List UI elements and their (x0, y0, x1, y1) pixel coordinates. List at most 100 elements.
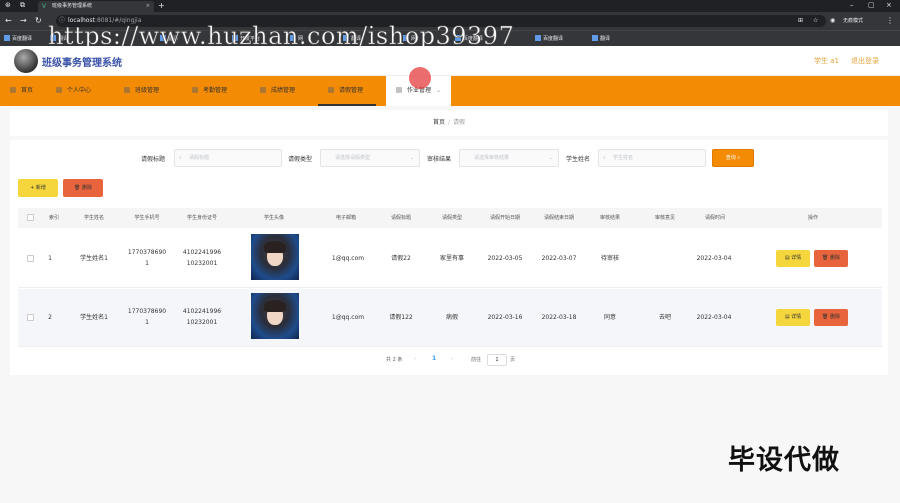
app-header: 班级事务管理系统 学生 a1 退出登录 (0, 46, 900, 76)
vue-logo-icon: V (42, 3, 47, 10)
pagination-next[interactable]: › (451, 356, 453, 362)
filter-type-label: 请假类型 (288, 156, 313, 163)
close-tab-icon[interactable]: × (146, 1, 150, 12)
search-icon: ⌕ (179, 155, 182, 161)
bookmark-item[interactable]: 百度翻译 (535, 34, 563, 44)
forward-icon[interactable]: → (20, 15, 27, 27)
filter-review-select[interactable]: 请选择审核结果 ⌄ (459, 149, 559, 167)
column-header: 索引 (48, 215, 59, 221)
current-user: 学生 a1 (814, 57, 839, 65)
row-checkbox[interactable] (27, 255, 34, 262)
pagination-total: 共 2 条 (386, 357, 403, 363)
pagination-prev[interactable]: ‹ (414, 356, 416, 362)
bookmark-star-icon[interactable]: ☆ (813, 15, 818, 27)
search-icon: ⌕ (603, 155, 606, 161)
search-icon: ⌕ (737, 155, 741, 161)
user-icon (56, 87, 62, 93)
cell-review-result: 待审核 (600, 255, 619, 262)
url-host: localhost (68, 17, 95, 24)
cell-start-date: 2022-03-16 (487, 314, 523, 321)
browser-tab[interactable]: V 班级事务管理系统 × (38, 1, 154, 12)
logout-link[interactable]: 退出登录 (851, 56, 879, 66)
bookmark-item[interactable]: 百度翻译 (455, 34, 483, 44)
cell-end-date: 2022-03-07 (541, 255, 577, 262)
detail-button[interactable]: ▤ 详情 (776, 309, 810, 326)
bookmark-item[interactable]: 开发平台 (232, 34, 260, 44)
attendance-icon (192, 87, 198, 93)
pagination-goto-label: 前往 (471, 357, 482, 363)
bookmark-item[interactable]: 翻译 (160, 34, 178, 44)
menu-item-class[interactable]: 班级管理 (124, 76, 159, 106)
bookmark-item[interactable]: 翻译 (343, 34, 361, 44)
column-header: 审核意见 (654, 215, 675, 221)
trash-icon: 🗑 (822, 314, 829, 320)
column-header: 请假类型 (441, 215, 462, 221)
cell-phone: 1770378690 1 (127, 308, 167, 326)
table-row[interactable]: 1 学生姓名1 1770378690 1 4102241996 10232001 1… (18, 230, 882, 288)
bulk-delete-button[interactable]: 🗑 删除 (63, 179, 103, 197)
chevron-down-icon: ⌄ (409, 155, 414, 161)
delete-button[interactable]: 🗑 删除 (814, 250, 848, 267)
menu-item-leave[interactable]: 请假管理 (318, 76, 376, 106)
cell-name: 学生姓名1 (80, 314, 108, 321)
cell-review-opinion: 去吧 (658, 314, 671, 321)
menu-item-attendance[interactable]: 考勤管理 (192, 76, 227, 106)
filter-name-input[interactable]: ⌕ 学生姓名 (598, 149, 706, 167)
column-header: 学生姓名 (83, 215, 104, 221)
menu-item-scores[interactable]: 成绩管理 (260, 76, 295, 106)
incognito-label: 无痕模式 (843, 18, 864, 24)
close-window-icon[interactable]: × (886, 0, 892, 11)
cell-idcard: 4102241996 10232001 (182, 249, 222, 267)
bookmark-item[interactable]: 翻译 (592, 34, 610, 44)
breadcrumb-home[interactable]: 首页 (433, 119, 445, 126)
mouse-cursor-highlight (409, 67, 431, 89)
maximize-icon[interactable]: ▢ (868, 0, 875, 11)
column-header: 请假标题 (390, 215, 411, 221)
column-header: 学生手机号 (134, 215, 160, 221)
cell-index: 2 (48, 314, 52, 321)
translate-icon[interactable]: ⊞ (798, 15, 803, 27)
menu-item-home[interactable]: 首页 (10, 76, 33, 106)
bookmark-item[interactable]: 网 (290, 34, 303, 44)
new-tab-button[interactable]: + (158, 0, 165, 11)
leave-icon (328, 87, 334, 93)
select-all-checkbox[interactable] (27, 214, 34, 221)
extensions-icon[interactable]: ◉ (830, 15, 835, 27)
student-avatar (251, 234, 299, 280)
browser-more-icon[interactable]: ⋮ (886, 15, 894, 27)
student-avatar (251, 293, 299, 339)
filter-type-select[interactable]: 请选择请假类型 ⌄ (320, 149, 420, 167)
reload-icon[interactable]: ↻ (35, 15, 42, 27)
pagination-goto-input[interactable]: 1 (487, 354, 507, 366)
browser-tab-bar: ⊛ ⧉ V 班级事务管理系统 × + – ▢ × (0, 0, 900, 12)
bookmark-item[interactable]: 网 (403, 34, 416, 44)
add-button[interactable]: + 新增 (18, 179, 58, 197)
trash-icon: 🗑 (822, 255, 829, 261)
url-path: :8081/#/qingjia (94, 17, 142, 24)
detail-button[interactable]: ▤ 详情 (776, 250, 810, 267)
homework-icon (396, 87, 402, 93)
cell-leave-time: 2022-03-04 (696, 314, 732, 321)
bookmark-item[interactable]: 翻译 (50, 34, 68, 44)
site-info-icon[interactable]: ⓘ (59, 15, 65, 27)
delete-button[interactable]: 🗑 删除 (814, 309, 848, 326)
tab-search-icon[interactable]: ⧉ (20, 0, 25, 11)
document-icon: ▤ (784, 255, 790, 261)
url-input[interactable]: ⓘ localhost:8081/#/qingjia (56, 15, 826, 27)
back-icon[interactable]: ← (5, 15, 12, 27)
column-header: 请假开始日期 (489, 215, 520, 221)
pagination-page[interactable]: 1 (432, 355, 436, 362)
browser-menu-icon[interactable]: ⊛ (5, 0, 11, 11)
table-row[interactable]: 2 学生姓名1 1770378690 1 4102241996 10232001 1… (18, 289, 882, 347)
app-logo (14, 49, 38, 73)
search-button[interactable]: 查询 ⌕ (712, 149, 754, 167)
filter-title-input[interactable]: ⌕ 请假标题 (174, 149, 282, 167)
cell-title: 请假122 (389, 314, 413, 321)
bookmark-item[interactable]: 百度翻译 (4, 34, 32, 44)
minimize-icon[interactable]: – (850, 0, 854, 11)
row-checkbox[interactable] (27, 314, 34, 321)
breadcrumb-current: 请假 (453, 119, 466, 126)
menu-item-profile[interactable]: 个人中心 (56, 76, 91, 106)
tab-title: 班级事务管理系统 (52, 3, 93, 9)
cell-title: 请假22 (391, 255, 411, 262)
